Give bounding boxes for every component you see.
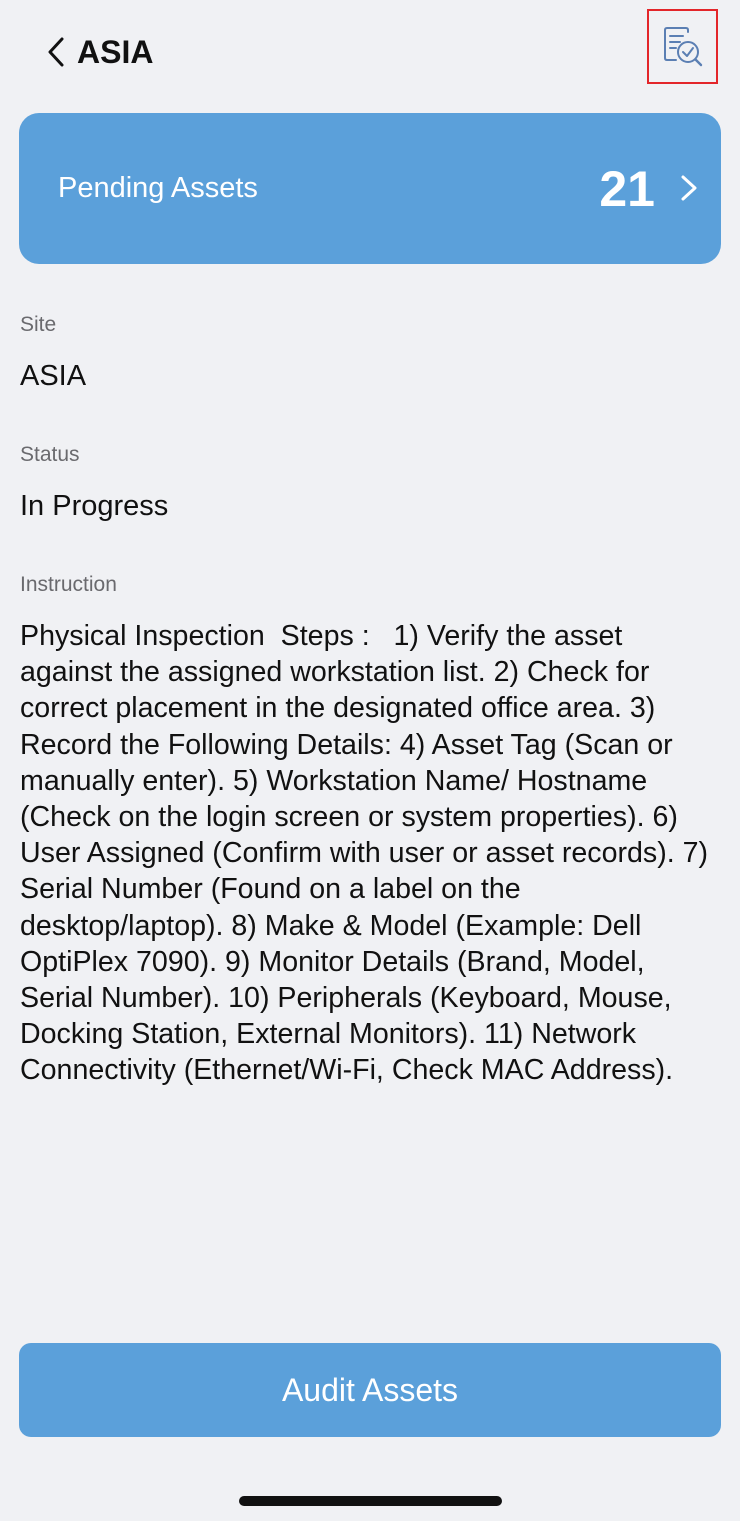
audit-assets-button[interactable]: Audit Assets (19, 1343, 721, 1437)
chevron-left-icon (48, 37, 64, 67)
pending-assets-label: Pending Assets (58, 172, 258, 204)
audit-report-button[interactable] (647, 9, 718, 84)
status-value: In Progress (20, 490, 169, 522)
site-label: Site (20, 313, 57, 336)
navigation-bar: ASIA (0, 0, 740, 105)
page-title: ASIA (77, 34, 154, 70)
instruction-text: Physical Inspection Steps : 1) Verify th… (20, 620, 717, 1087)
status-label: Status (20, 443, 80, 466)
instruction-label: Instruction (20, 573, 117, 596)
pending-assets-card[interactable]: Pending Assets 21 (19, 113, 721, 264)
site-value: ASIA (20, 360, 87, 392)
home-indicator (239, 1496, 502, 1506)
chevron-right-icon (681, 175, 697, 201)
document-check-search-icon (663, 26, 702, 66)
pending-assets-count: 21 (599, 161, 655, 217)
back-button[interactable] (36, 30, 76, 74)
